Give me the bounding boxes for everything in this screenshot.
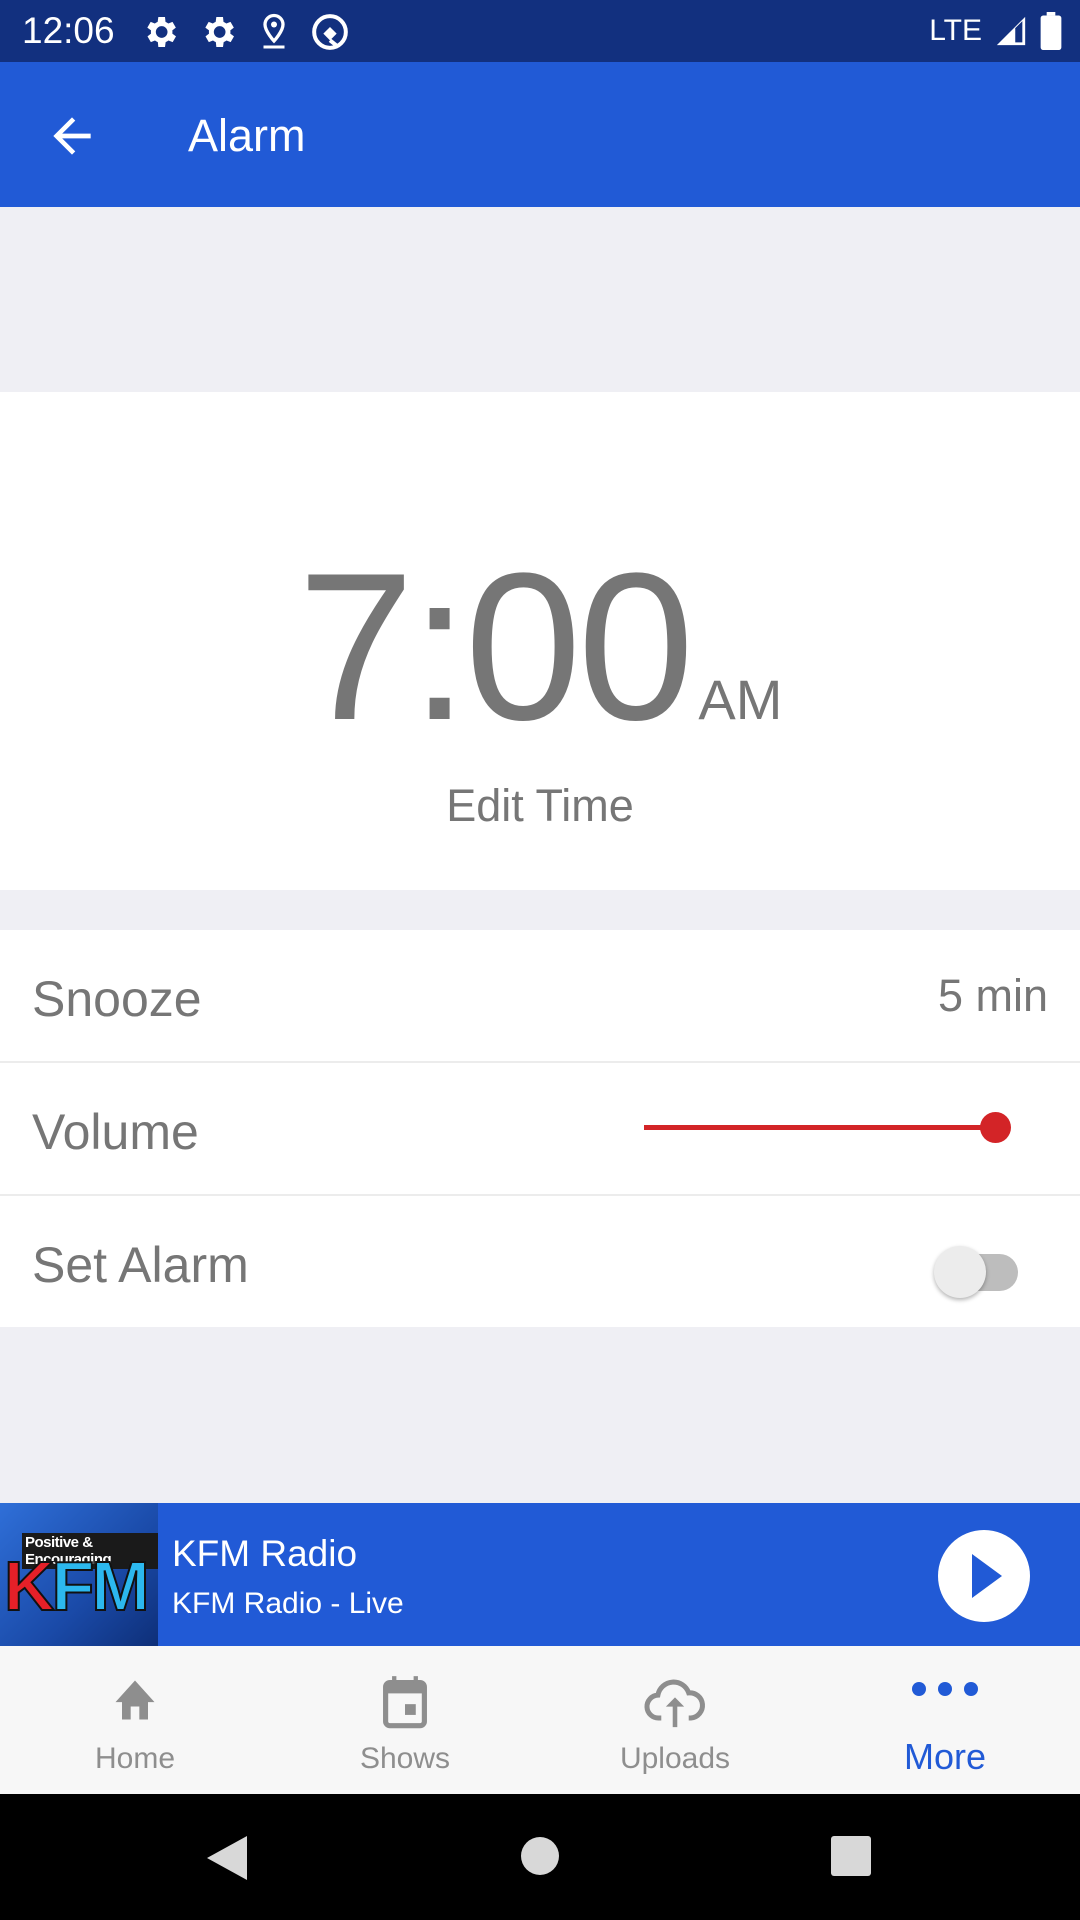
vpn-icon xyxy=(312,14,348,50)
alarm-ampm: AM xyxy=(698,668,783,731)
status-icons-right: LTE xyxy=(929,12,1062,50)
settings-icon xyxy=(147,17,176,47)
alarm-time: 7:00 xyxy=(297,529,695,764)
more-dots-icon xyxy=(912,1682,978,1696)
status-bar: 12:06 LTE xyxy=(0,0,1080,62)
volume-slider[interactable] xyxy=(640,1103,1012,1153)
tab-shows[interactable]: Shows xyxy=(270,1646,540,1794)
player-title: KFM Radio xyxy=(172,1533,358,1574)
toggle-thumb xyxy=(934,1246,986,1298)
battery-icon xyxy=(1040,12,1062,50)
snooze-value[interactable]: 5 min xyxy=(938,970,1048,1022)
alarm-time-display[interactable]: 7:00 AM xyxy=(0,542,1080,752)
play-icon xyxy=(972,1554,1002,1598)
station-artwork: Positive & Encouraging KFM xyxy=(0,1503,158,1646)
volume-slider-fill xyxy=(644,1125,996,1130)
set-alarm-row: Set Alarm xyxy=(0,1196,1080,1327)
nav-recents-icon[interactable] xyxy=(831,1836,871,1876)
tab-home-label: Home xyxy=(94,1742,176,1775)
alarm-time-card[interactable]: 7:00 AM Edit Time xyxy=(0,392,1080,890)
set-alarm-toggle[interactable] xyxy=(934,1246,1020,1298)
system-nav-bar xyxy=(0,1794,1080,1920)
calendar-icon xyxy=(383,1676,427,1729)
home-icon xyxy=(115,1680,155,1720)
back-button[interactable] xyxy=(44,108,100,164)
signal-icon xyxy=(996,16,1026,46)
cloud-upload-icon xyxy=(644,1679,705,1728)
snooze-row[interactable]: Snooze 5 min xyxy=(0,930,1080,1063)
volume-slider-thumb[interactable] xyxy=(980,1112,1012,1143)
nav-back-icon[interactable] xyxy=(205,1834,249,1882)
play-button[interactable] xyxy=(938,1530,1030,1622)
tab-more[interactable]: More xyxy=(810,1646,1080,1794)
artwork-logo: KFM xyxy=(3,1547,151,1625)
page-title: Alarm xyxy=(188,110,306,161)
volume-row: Volume xyxy=(0,1063,1080,1196)
tab-shows-label: Shows xyxy=(359,1742,451,1775)
nav-home-icon[interactable] xyxy=(520,1836,560,1876)
alarm-settings: Snooze 5 min Volume Set Alarm xyxy=(0,930,1080,1327)
volume-label: Volume xyxy=(32,1104,199,1160)
settings-icon xyxy=(205,17,234,47)
status-time: 12:06 xyxy=(22,10,115,51)
tab-home[interactable]: Home xyxy=(0,1646,270,1794)
edit-time-button[interactable]: Edit Time xyxy=(0,780,1080,832)
tab-uploads-label: Uploads xyxy=(619,1742,731,1775)
tab-uploads[interactable]: Uploads xyxy=(540,1646,810,1794)
arrow-back-icon xyxy=(53,117,91,155)
snooze-label: Snooze xyxy=(32,971,202,1027)
app-bar: Alarm xyxy=(0,62,1080,207)
set-alarm-label: Set Alarm xyxy=(32,1237,249,1293)
player-subtitle: KFM Radio - Live xyxy=(172,1587,404,1620)
tab-more-label: More xyxy=(903,1736,987,1777)
now-playing-bar[interactable]: Positive & Encouraging KFM KFM Radio KFM… xyxy=(0,1503,1080,1646)
network-type: LTE xyxy=(929,14,982,47)
location-icon xyxy=(263,13,285,49)
bottom-tab-bar: Home Shows Uploads More xyxy=(0,1646,1080,1794)
status-icons-left xyxy=(140,12,350,52)
